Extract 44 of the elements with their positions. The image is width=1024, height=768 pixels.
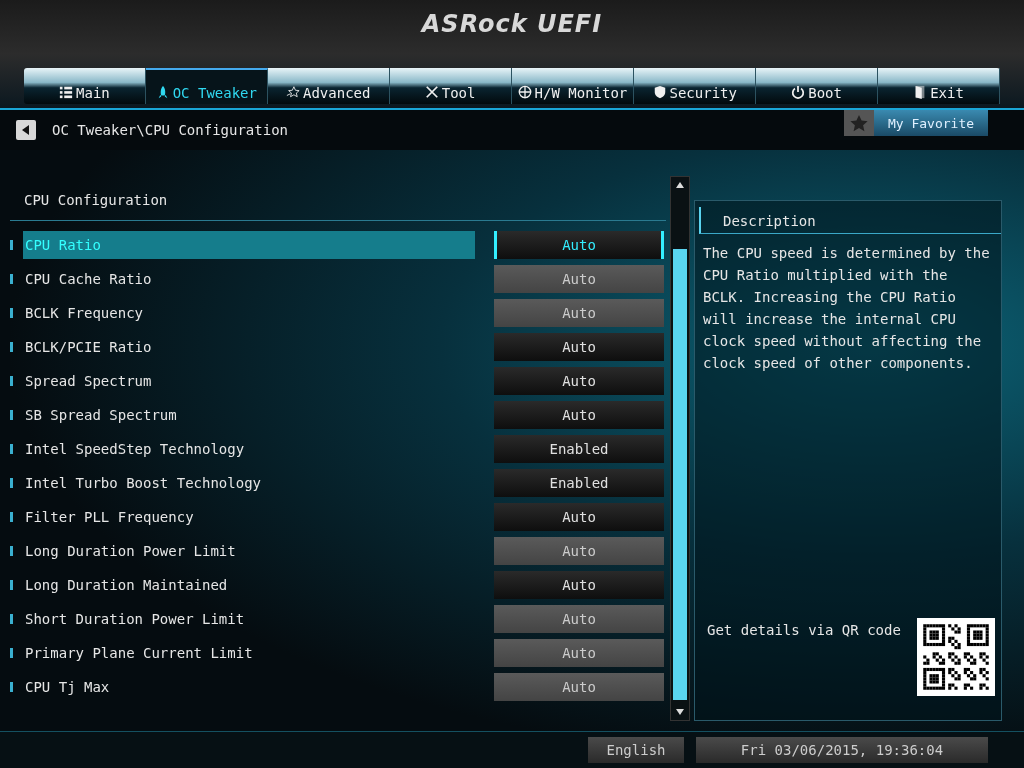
setting-label[interactable]: Intel Turbo Boost Technology <box>23 469 475 497</box>
my-favorite-button[interactable]: My Favorite <box>874 110 988 136</box>
tools-icon <box>424 85 439 99</box>
tab[interactable]: Tool <box>389 68 512 104</box>
setting-value-button[interactable]: Auto <box>494 401 664 429</box>
scroll-down-arrow-icon[interactable] <box>675 708 685 716</box>
description-title: Description <box>699 207 1001 234</box>
setting-value-button[interactable]: Enabled <box>494 435 664 463</box>
crosshair-icon <box>517 85 532 99</box>
setting-label[interactable]: SB Spread Spectrum <box>23 401 475 429</box>
power-icon <box>791 85 806 99</box>
setting-value-button[interactable]: Auto <box>494 571 664 599</box>
tab[interactable]: Exit <box>878 68 1000 104</box>
tab[interactable]: Boot <box>756 68 879 104</box>
tab[interactable]: H/W Monitor <box>511 68 635 104</box>
breadcrumb: OC Tweaker\CPU Configuration <box>52 122 288 138</box>
shield-icon <box>652 85 667 99</box>
date-time: Fri 03/06/2015, 19:36:04 <box>696 737 988 763</box>
setting-label[interactable]: Filter PLL Frequency <box>23 503 475 531</box>
qr-code-label: Get details via QR code <box>707 622 901 638</box>
tab[interactable]: Advanced <box>267 68 390 104</box>
back-button[interactable] <box>16 120 36 140</box>
section-title: CPU Configuration <box>10 176 666 221</box>
setting-value-button[interactable]: Auto <box>494 367 664 395</box>
setting-label[interactable]: Intel SpeedStep Technology <box>23 435 475 463</box>
logo-text: ASRock UEFI <box>421 10 603 40</box>
list-icon <box>59 85 74 99</box>
scroll-up-arrow-icon[interactable] <box>675 181 685 189</box>
scrollbar[interactable] <box>670 176 690 721</box>
setting-label[interactable]: Long Duration Maintained <box>23 571 475 599</box>
qr-code-icon <box>917 618 995 696</box>
setting-value-button[interactable]: Enabled <box>494 469 664 497</box>
tab[interactable]: Main <box>24 68 146 104</box>
setting-label[interactable]: Spread Spectrum <box>23 367 475 395</box>
description-text: The CPU speed is determined by the CPU Ratio multiplied with the BCLK. Increasing the CPU Ratio will increase the internal CPU clock speed without affecting the clock speed of other components. <box>703 244 991 373</box>
setting-value-button[interactable]: Auto <box>494 503 664 531</box>
star-icon <box>286 85 300 99</box>
setting-value-button[interactable]: Auto <box>494 333 664 361</box>
tab[interactable]: OC Tweaker <box>145 68 268 104</box>
setting-label[interactable]: BCLK/PCIE Ratio <box>23 333 475 361</box>
language-button[interactable]: English <box>588 737 684 763</box>
setting-value-button[interactable]: Auto <box>494 231 664 259</box>
setting-label[interactable]: CPU Ratio <box>23 231 475 259</box>
tab[interactable]: Security <box>634 68 757 104</box>
